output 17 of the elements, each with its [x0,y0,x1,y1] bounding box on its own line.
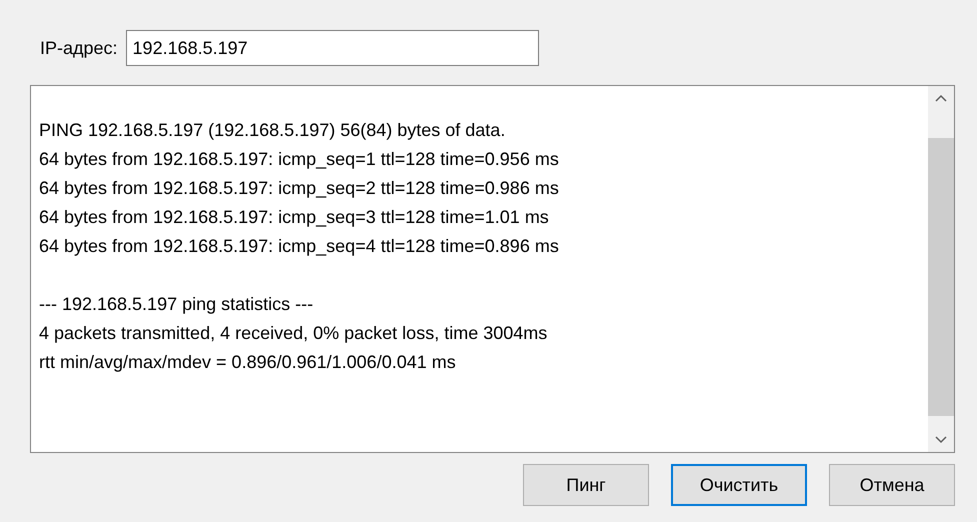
dialog-button[interactable]: Отмена [829,464,955,506]
output-line: rtt min/avg/max/mdev = 0.896/0.961/1.006/0.041 ms [39,351,457,374]
scrollbar-thumb[interactable] [928,138,954,416]
output-line: 64 bytes from 192.168.5.197: icmp_seq=2 ttl=128 time=0.986 ms [39,177,560,200]
scroll-down-icon[interactable] [935,436,947,444]
output-line: --- 192.168.5.197 ping statistics --- [39,293,314,316]
dialog-button[interactable]: Пинг [523,464,649,506]
output-line: 4 packets transmitted, 4 received, 0% packet loss, time 3004ms [39,322,548,345]
output-line: 64 bytes from 192.168.5.197: icmp_seq=4 ttl=128 time=0.896 ms [39,235,560,258]
dialog-button[interactable]: Очистить [671,464,807,506]
output-line: PING 192.168.5.197 (192.168.5.197) 56(84) bytes of data. [39,119,506,142]
output-line: 64 bytes from 192.168.5.197: icmp_seq=1 ttl=128 time=0.956 ms [39,148,560,171]
ip-label: IP-адрес: [40,38,118,58]
vertical-scrollbar[interactable] [928,86,954,452]
output-line: 64 bytes from 192.168.5.197: icmp_seq=3 ttl=128 time=1.01 ms [39,206,550,229]
scroll-up-icon[interactable] [935,94,947,102]
ip-input-field[interactable]: 192.168.5.197 [126,30,539,66]
